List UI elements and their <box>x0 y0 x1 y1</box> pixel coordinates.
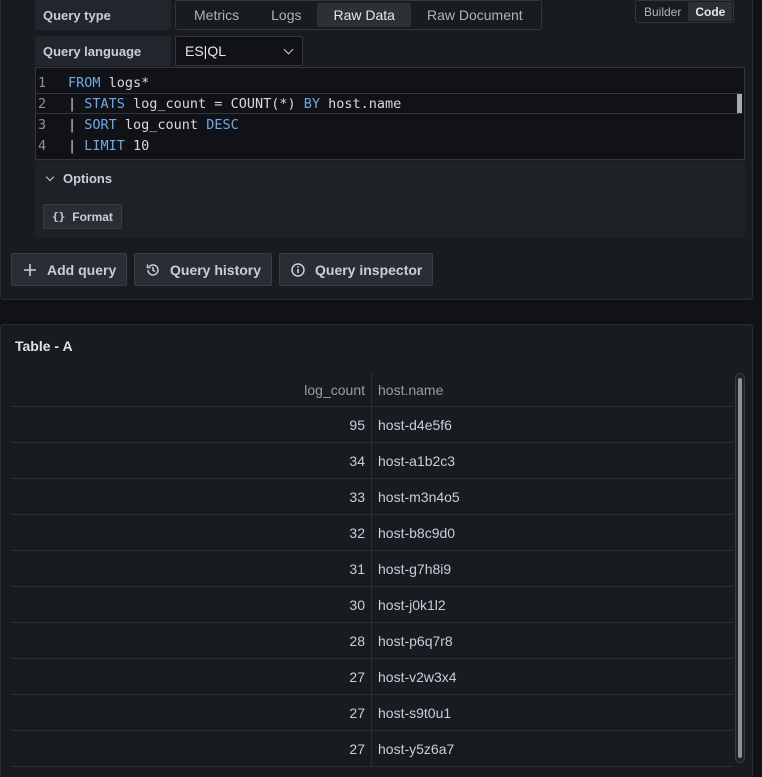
cell-host-name: host-y5z6a7 <box>378 740 455 757</box>
code-keyword: DESC <box>206 116 239 133</box>
query-inspector-button[interactable]: Query inspector <box>279 253 434 286</box>
table-row: 33 host-m3n4o5 <box>11 479 733 515</box>
code-text: | SORT log_count DESC <box>68 116 239 133</box>
query-language-select[interactable]: ES|QL <box>175 36 303 66</box>
table-row: 34 host-a1b2c3 <box>11 443 733 479</box>
info-circle-icon <box>291 262 305 277</box>
plus-icon <box>24 263 36 276</box>
code-keyword: LIMIT <box>84 137 125 154</box>
results-table: log_count host.name 95 host-d4e5f6 34 host-… <box>11 373 733 767</box>
query-type-radio-group: Metrics Logs Raw Data Raw Document <box>175 0 542 30</box>
table-row: 27 host-s9t0u1 <box>11 695 733 731</box>
options-section: Options {} Format <box>35 161 745 238</box>
cell-log-count: 33 <box>11 479 372 514</box>
query-history-button[interactable]: Query history <box>134 253 273 286</box>
column-header-log-count[interactable]: log_count <box>11 373 372 406</box>
code-editor[interactable]: 1 FROM logs* 2 | STATS log_count = COUNT… <box>35 67 745 160</box>
cell-host-name: host-b8c9d0 <box>378 524 456 541</box>
table-row: 95 host-d4e5f6 <box>11 407 733 443</box>
table-row: 27 host-y5z6a7 <box>11 731 733 767</box>
line-number: 3 <box>38 116 47 133</box>
code-line: 4 | LIMIT 10 <box>36 135 742 156</box>
query-type-metrics[interactable]: Metrics <box>178 3 255 27</box>
table-header: log_count host.name <box>11 373 733 407</box>
cell-host-name: host-d4e5f6 <box>378 416 452 433</box>
query-history-label: Query history <box>170 261 262 278</box>
table-scrollbar[interactable] <box>735 373 745 763</box>
chevron-down-icon <box>45 172 55 181</box>
format-label: Format <box>72 209 113 224</box>
query-type-raw-data[interactable]: Raw Data <box>317 3 411 27</box>
cell-log-count: 27 <box>11 659 372 694</box>
panel-title: Table - A <box>15 338 73 354</box>
query-type-label: Query type <box>35 0 171 30</box>
table-row: 32 host-b8c9d0 <box>11 515 733 551</box>
editor-scroll-indicator <box>737 94 742 113</box>
cell-host-name: host-a1b2c3 <box>378 452 456 469</box>
table-row: 27 host-v2w3x4 <box>11 659 733 695</box>
cell-log-count: 32 <box>11 515 372 550</box>
table-row: 30 host-j0k1l2 <box>11 587 733 623</box>
query-type-logs[interactable]: Logs <box>255 3 317 27</box>
code-text: FROM logs* <box>68 74 150 91</box>
cell-host-name: host-v2w3x4 <box>378 668 457 685</box>
cell-log-count: 31 <box>11 551 372 586</box>
code-keyword: FROM <box>68 74 101 91</box>
history-icon <box>146 263 159 276</box>
cell-log-count: 95 <box>11 407 372 442</box>
scrollbar-thumb[interactable] <box>738 378 742 758</box>
table-panel: Table - A log_count host.name 95 host-d4e… <box>0 324 753 777</box>
query-editor-panel: Query type Metrics Logs Raw Data Raw Doc… <box>0 0 753 300</box>
editor-mode-toggle: Builder Code <box>635 0 735 23</box>
code-text: | STATS log_count = COUNT(*) BY host.nam… <box>68 95 402 112</box>
cell-host-name: host-g7h8i9 <box>378 560 452 577</box>
cell-log-count: 28 <box>11 623 372 658</box>
table-row: 31 host-g7h8i9 <box>11 551 733 587</box>
code-keyword: STATS <box>84 95 125 112</box>
cell-log-count: 27 <box>11 731 372 766</box>
query-language-label: Query language <box>35 36 171 66</box>
cell-log-count: 27 <box>11 695 372 730</box>
line-number: 1 <box>38 74 47 91</box>
options-toggle[interactable]: Options <box>45 171 113 186</box>
query-language-value: ES|QL <box>185 43 226 59</box>
code-text: | LIMIT 10 <box>68 137 150 154</box>
query-type-raw-document[interactable]: Raw Document <box>411 3 539 27</box>
code-line-current: 2 | STATS log_count = COUNT(*) BY host.n… <box>36 93 742 114</box>
table-row: 28 host-p6q7r8 <box>11 623 733 659</box>
chevron-down-icon <box>283 44 294 54</box>
cell-log-count: 34 <box>11 443 372 478</box>
cell-host-name: host-m3n4o5 <box>378 488 460 505</box>
query-inspector-label: Query inspector <box>315 261 423 278</box>
cell-host-name: host-j0k1l2 <box>378 596 446 613</box>
mode-builder[interactable]: Builder <box>637 2 688 21</box>
add-query-label: Add query <box>47 261 117 278</box>
cell-host-name: host-s9t0u1 <box>378 704 452 721</box>
line-number: 4 <box>38 137 47 154</box>
options-label: Options <box>63 171 113 186</box>
code-keyword: SORT <box>84 116 117 133</box>
format-button[interactable]: {} Format <box>43 204 122 229</box>
code-line: 3 | SORT log_count DESC <box>36 114 742 135</box>
column-header-host-name[interactable]: host.name <box>372 382 443 398</box>
braces-icon: {} <box>52 210 66 223</box>
line-number: 2 <box>38 95 47 112</box>
mode-code[interactable]: Code <box>688 2 733 21</box>
add-query-button[interactable]: Add query <box>11 253 128 286</box>
code-line: 1 FROM logs* <box>36 72 742 93</box>
code-keyword: BY <box>303 95 320 112</box>
cell-log-count: 30 <box>11 587 372 622</box>
cell-host-name: host-p6q7r8 <box>378 632 453 649</box>
